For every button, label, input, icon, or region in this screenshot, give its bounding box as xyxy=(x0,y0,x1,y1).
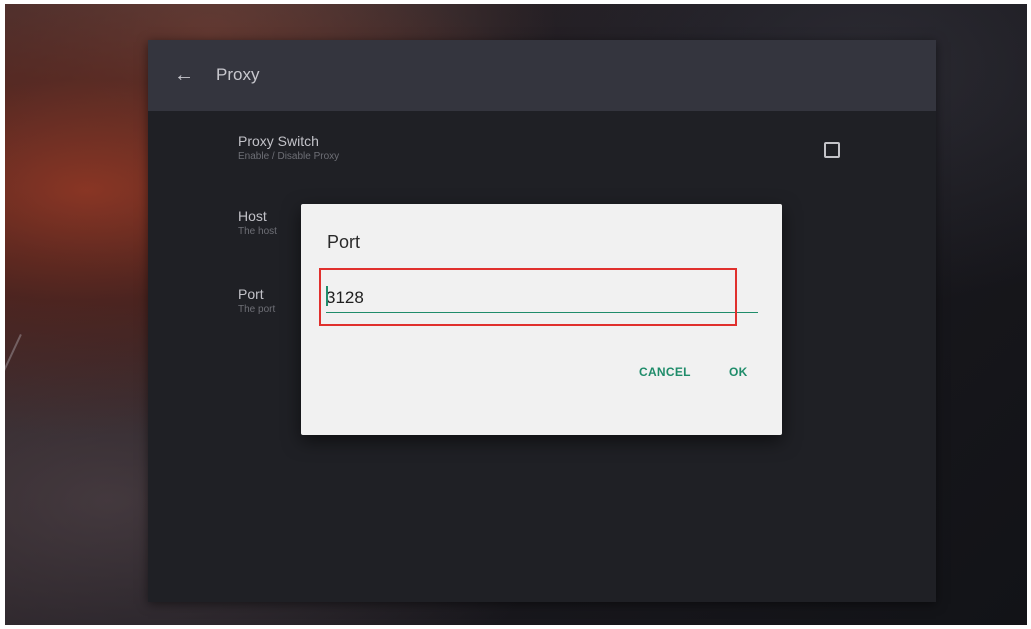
ok-button[interactable]: OK xyxy=(729,365,748,379)
proxy-switch-checkbox[interactable] xyxy=(824,142,840,158)
background-streak xyxy=(5,334,22,607)
screen-frame: ← Proxy Proxy Switch Enable / Disable Pr… xyxy=(5,4,1027,625)
pref-item-port[interactable]: Port The port xyxy=(238,285,275,317)
highlight-box xyxy=(319,268,737,326)
pref-title: Proxy Switch xyxy=(238,133,319,149)
pref-summary: The host xyxy=(238,226,277,237)
arrow-left-icon[interactable]: ← xyxy=(174,64,196,86)
page-title: Proxy xyxy=(216,65,260,84)
pref-summary: The port xyxy=(238,304,276,315)
pref-item-host[interactable]: Host The host xyxy=(238,207,277,239)
pref-title: Port xyxy=(238,286,264,302)
port-dialog: Port CANCEL OK xyxy=(301,204,782,435)
cancel-button[interactable]: CANCEL xyxy=(639,365,691,379)
pref-summary: Enable / Disable Proxy xyxy=(238,151,340,162)
app-bar: ← Proxy xyxy=(148,40,936,111)
dialog-title: Port xyxy=(327,232,361,252)
pref-item-proxy-switch[interactable]: Proxy Switch Enable / Disable Proxy xyxy=(238,132,339,164)
pref-title: Host xyxy=(238,208,267,224)
